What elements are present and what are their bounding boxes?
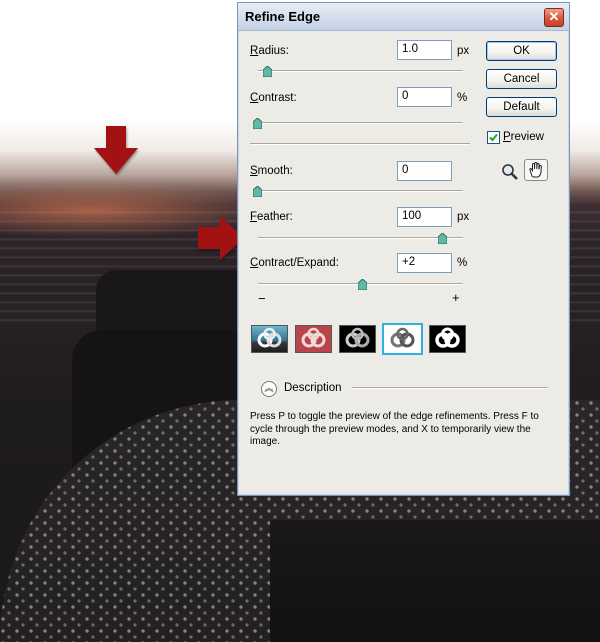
smooth-label: Smooth: xyxy=(250,165,293,177)
title-bar[interactable]: Refine Edge ✕ xyxy=(238,3,569,31)
mode-quick-mask-button[interactable] xyxy=(295,325,332,353)
separator xyxy=(250,143,470,145)
feather-slider-track[interactable] xyxy=(258,237,463,239)
checkmark-icon xyxy=(489,133,498,142)
feather-slider-thumb[interactable] xyxy=(438,233,447,244)
contract-expand-unit: % xyxy=(457,257,468,269)
cancel-button[interactable]: Cancel xyxy=(486,69,557,89)
contract-expand-slider-thumb[interactable] xyxy=(358,279,367,290)
contrast-unit: % xyxy=(457,92,468,104)
dark-foreground xyxy=(270,520,600,642)
close-button[interactable]: ✕ xyxy=(544,8,564,27)
magnifier-icon xyxy=(502,164,518,180)
description-toggle-button[interactable]: ︽ xyxy=(261,381,277,397)
knot-icon xyxy=(345,327,370,348)
feather-label: Feather: xyxy=(250,211,293,223)
knot-icon xyxy=(435,327,460,348)
refine-edge-dialog: Refine Edge ✕ Radius: 1.0 px Contrast: 0… xyxy=(237,2,570,496)
red-arrow-down-icon xyxy=(94,126,138,174)
preview-mode-selector xyxy=(251,323,466,355)
contract-expand-label: Contract/Expand: xyxy=(250,257,339,269)
hand-tool[interactable] xyxy=(524,159,548,181)
smooth-slider-track[interactable] xyxy=(258,190,463,192)
preview-label: Preview xyxy=(503,131,544,143)
radius-input[interactable]: 1.0 xyxy=(397,40,452,60)
knot-icon xyxy=(390,327,415,348)
feather-input[interactable]: 100 xyxy=(397,207,452,227)
smooth-slider-thumb[interactable] xyxy=(253,186,262,197)
description-text: Press P to toggle the preview of the edg… xyxy=(250,411,539,447)
contract-expand-input[interactable]: +2 xyxy=(397,253,452,273)
knot-icon xyxy=(301,327,326,348)
radius-unit: px xyxy=(457,45,470,57)
description-label: Description xyxy=(284,382,342,394)
feather-unit: px xyxy=(457,211,470,223)
minus-label: − xyxy=(258,291,266,306)
ok-button[interactable]: OK xyxy=(486,41,557,61)
contrast-slider-track[interactable] xyxy=(258,122,463,124)
contrast-input[interactable]: 0 xyxy=(397,87,452,107)
radius-slider-thumb[interactable] xyxy=(263,66,272,77)
mode-on-white-button[interactable] xyxy=(382,323,423,355)
hand-icon xyxy=(529,162,542,178)
description-divider xyxy=(352,387,548,389)
radius-label: Radius: xyxy=(250,45,289,57)
smooth-input[interactable]: 0 xyxy=(397,161,452,181)
radius-slider-track[interactable] xyxy=(258,70,463,72)
mode-on-black-button[interactable] xyxy=(339,325,376,353)
plus-label: + xyxy=(452,290,460,305)
mode-standard-button[interactable] xyxy=(251,325,288,353)
knot-icon xyxy=(257,327,282,348)
contrast-label: Contrast: xyxy=(250,92,297,104)
close-icon: ✕ xyxy=(548,9,560,24)
default-button[interactable]: Default xyxy=(486,97,557,117)
zoom-tool[interactable] xyxy=(498,161,522,183)
contrast-slider-thumb[interactable] xyxy=(253,118,262,129)
dialog-title: Refine Edge xyxy=(245,9,321,24)
mode-mask-button[interactable] xyxy=(429,325,466,353)
preview-checkbox[interactable] xyxy=(487,131,500,144)
chevron-up-icon: ︽ xyxy=(264,383,274,393)
